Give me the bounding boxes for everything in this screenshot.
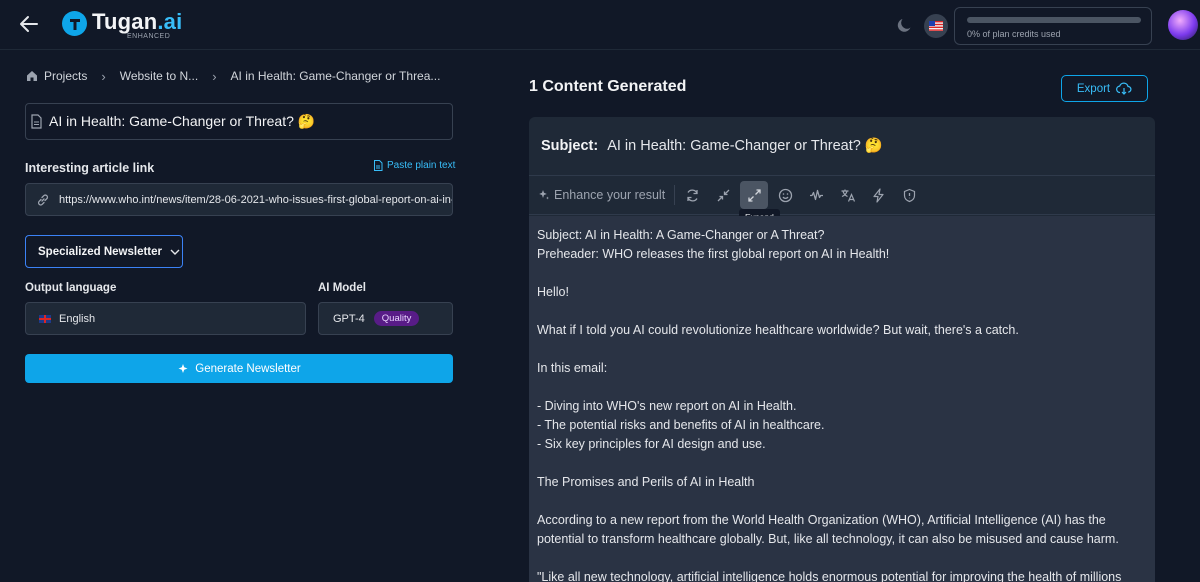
moon-icon[interactable]	[896, 16, 914, 34]
document-icon	[31, 114, 42, 129]
translate-button[interactable]	[833, 181, 861, 209]
enhance-toolbar: Enhance your result	[529, 175, 1155, 215]
breadcrumb-projects[interactable]: Projects	[44, 69, 87, 83]
expand-button[interactable]	[740, 181, 769, 209]
subject-label: Subject:	[541, 137, 599, 154]
title-input[interactable]: AI in Health: Game-Changer or Threat? 🤔	[25, 103, 453, 140]
generate-newsletter-button[interactable]: Generate Newsletter	[25, 354, 453, 383]
content-line: - The potential risks and benefits of AI…	[537, 418, 825, 432]
translate-icon	[841, 189, 855, 202]
content-line: "Like all new technology, artificial int…	[537, 570, 1122, 582]
quality-badge: Quality	[373, 311, 420, 326]
content-line: Preheader: WHO releases the first global…	[537, 247, 890, 261]
audio-wave-icon	[809, 189, 823, 200]
chevron-right-icon: ›	[101, 68, 106, 84]
brand-logo: Tugan.ai	[92, 9, 182, 35]
newsletter-type-select[interactable]: Specialized Newsletter	[25, 235, 183, 268]
content-line: - Diving into WHO's new report on AI in …	[537, 399, 797, 413]
result-card: Subject: AI in Health: Game-Changer or T…	[529, 117, 1155, 582]
shrink-icon	[717, 189, 730, 201]
generate-newsletter-label: Generate Newsletter	[195, 362, 301, 375]
lightning-icon	[873, 187, 884, 203]
brand-tag: ENHANCED	[127, 33, 171, 40]
shield-icon	[903, 188, 915, 202]
home-icon	[27, 71, 37, 81]
article-link-label: Interesting article link	[25, 161, 155, 175]
brand-suffix: .ai	[157, 9, 183, 34]
output-language-label: Output language	[25, 282, 117, 294]
content-line	[537, 264, 1143, 283]
generated-content-text: Subject: AI in Health: A Game-Changer or…	[537, 226, 1143, 582]
boost-button[interactable]	[864, 181, 892, 209]
paste-plain-text-link[interactable]: Paste plain text	[373, 160, 455, 171]
chevron-down-icon	[170, 249, 180, 255]
logo-icon	[62, 11, 87, 36]
breadcrumb-current: AI in Health: Game-Changer or Threa...	[230, 69, 441, 83]
export-label: Export	[1076, 82, 1111, 95]
safety-check-button[interactable]	[895, 181, 923, 209]
content-line	[537, 492, 1143, 511]
generated-content-area[interactable]: Subject: AI in Health: A Game-Changer or…	[529, 216, 1155, 582]
ai-model-label: AI Model	[318, 282, 366, 294]
tone-button[interactable]	[771, 181, 799, 209]
uk-flag-icon	[39, 314, 51, 323]
scrollbar[interactable]	[1149, 216, 1155, 582]
content-line: According to a new report from the World…	[537, 513, 1106, 527]
title-value: AI in Health: Game-Changer or Threat? 🤔	[49, 113, 316, 129]
content-line: The Promises and Perils of AI in Health	[537, 475, 755, 489]
top-bar: Tugan.ai ENHANCED 0% of plan credits use…	[0, 0, 1200, 50]
expand-icon	[748, 188, 761, 202]
output-language-select[interactable]: English	[25, 302, 306, 335]
brand-name: Tugan	[92, 9, 158, 34]
smile-icon	[778, 188, 792, 202]
content-line: What if I told you AI could revolutioniz…	[537, 323, 1019, 337]
us-flag-icon[interactable]	[924, 14, 948, 38]
credits-progress-bar	[967, 17, 1141, 23]
credits-panel: 0% of plan credits used	[954, 7, 1152, 45]
document-icon	[374, 160, 383, 171]
content-line	[537, 340, 1143, 359]
toolbar-divider	[674, 185, 676, 205]
content-line: Subject: AI in Health: A Game-Changer or…	[537, 228, 825, 242]
regenerate-button[interactable]	[678, 181, 706, 209]
ai-model-select[interactable]: GPT-4 Quality	[318, 302, 453, 335]
newsletter-type-value: Specialized Newsletter	[38, 245, 162, 258]
paste-plain-text-label: Paste plain text	[387, 160, 456, 171]
avatar[interactable]	[1168, 10, 1198, 40]
article-url-value: https://www.who.int/news/item/28-06-2021…	[59, 193, 453, 206]
content-line	[537, 549, 1143, 568]
back-arrow-icon[interactable]	[18, 13, 40, 35]
subject-value: AI in Health: Game-Changer or Threat? 🤔	[607, 138, 883, 154]
content-line: potential to transform healthcare global…	[537, 532, 1119, 546]
breadcrumb: Projects › Website to N... › AI in Healt…	[26, 68, 440, 84]
export-button[interactable]: Export	[1061, 75, 1148, 102]
content-line	[537, 302, 1143, 321]
shorten-button[interactable]	[709, 181, 737, 209]
breadcrumb-project[interactable]: Website to N...	[120, 69, 198, 83]
cloud-download-icon	[1116, 82, 1132, 95]
content-line: - Six key principles for AI design and u…	[537, 437, 766, 451]
sparkle-icon	[178, 363, 188, 373]
enhance-label: Enhance your result	[538, 188, 665, 202]
ai-model-value: GPT-4	[333, 312, 365, 325]
link-icon	[38, 194, 48, 205]
voice-button[interactable]	[802, 181, 830, 209]
chevron-right-icon: ›	[212, 68, 217, 84]
content-line	[537, 378, 1143, 397]
content-line: In this email:	[537, 361, 608, 375]
output-language-value: English	[59, 312, 96, 325]
credits-text: 0% of plan credits used	[967, 29, 1061, 39]
sparkle-icon	[539, 190, 549, 200]
refresh-icon	[687, 188, 698, 202]
enhance-text: Enhance your result	[554, 188, 666, 202]
content-line	[537, 454, 1143, 473]
article-url-input[interactable]: https://www.who.int/news/item/28-06-2021…	[25, 183, 453, 216]
content-line: Hello!	[537, 285, 569, 299]
subject-row: Subject: AI in Health: Game-Changer or T…	[541, 137, 883, 155]
content-generated-title: 1 Content Generated	[529, 78, 687, 95]
